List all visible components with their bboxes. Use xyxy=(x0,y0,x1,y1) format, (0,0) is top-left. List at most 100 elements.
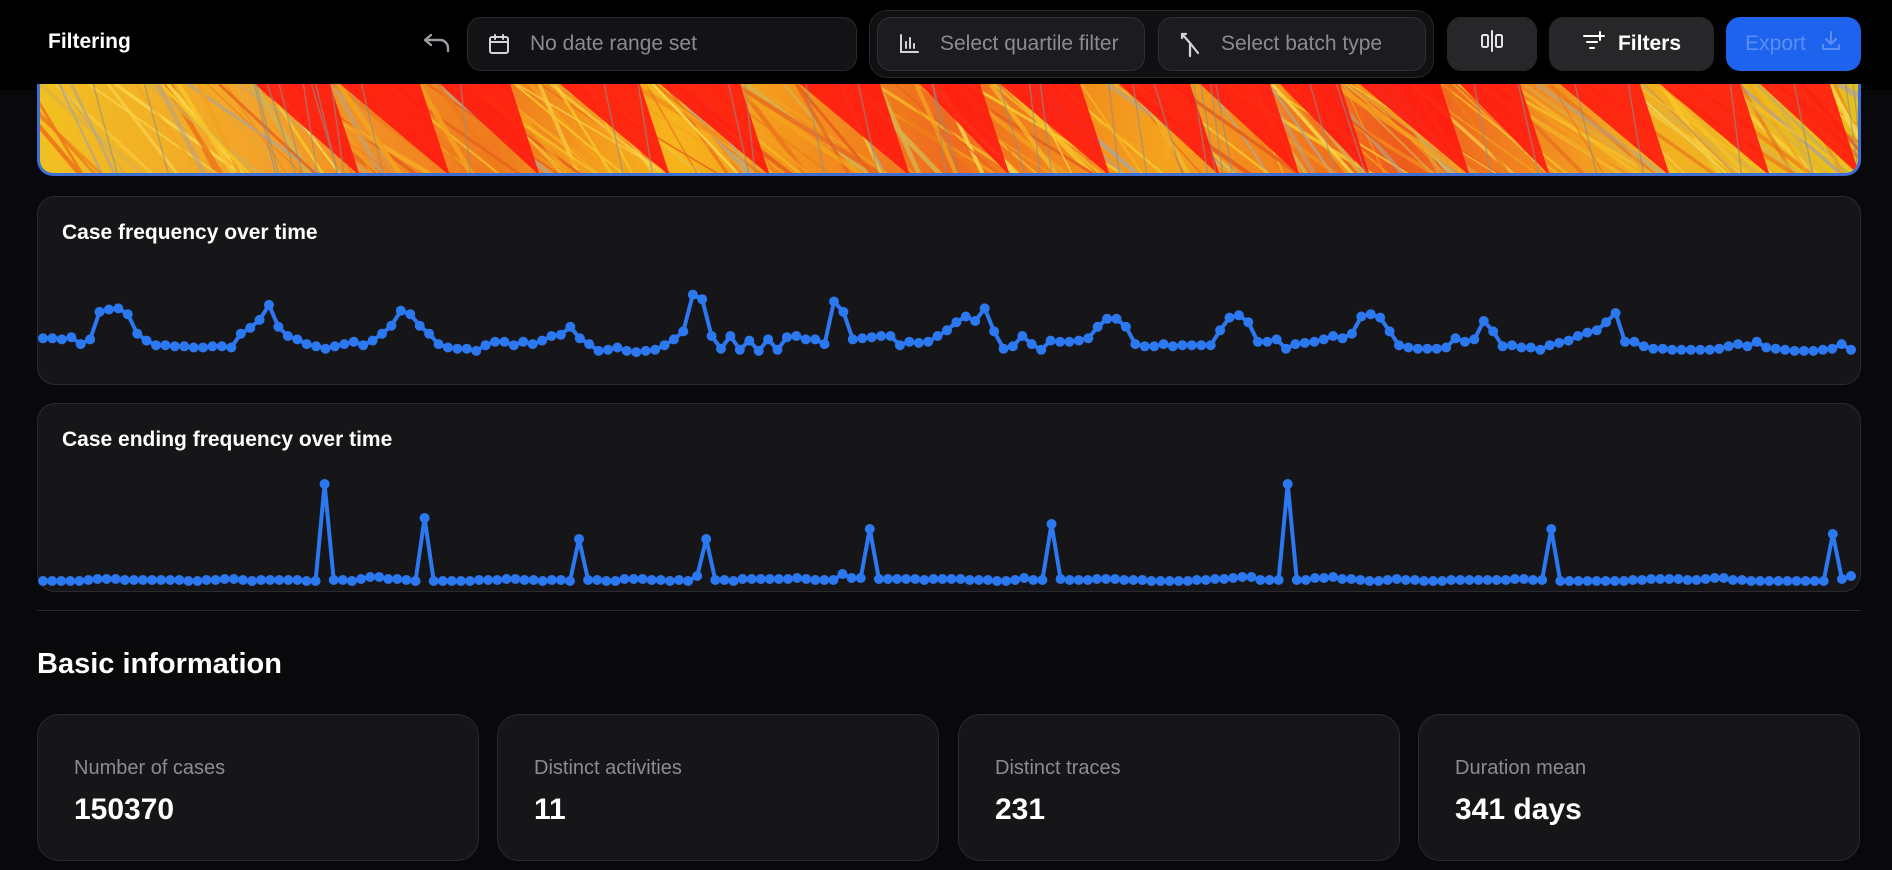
data-point[interactable] xyxy=(38,576,48,586)
data-point[interactable] xyxy=(156,575,167,585)
data-point[interactable] xyxy=(1318,334,1329,345)
data-point[interactable] xyxy=(951,317,962,328)
data-point[interactable] xyxy=(1827,529,1838,539)
data-point[interactable] xyxy=(75,339,86,350)
data-point[interactable] xyxy=(1700,574,1711,584)
data-point[interactable] xyxy=(810,334,821,345)
data-point[interactable] xyxy=(183,576,194,586)
data-point[interactable] xyxy=(1055,574,1066,584)
data-point[interactable] xyxy=(132,328,143,339)
data-point[interactable] xyxy=(1394,340,1404,351)
data-point[interactable] xyxy=(1714,343,1725,354)
data-point[interactable] xyxy=(725,331,736,341)
data-point[interactable] xyxy=(1638,341,1649,352)
data-point[interactable] xyxy=(692,571,703,581)
data-point[interactable] xyxy=(47,576,58,586)
data-point[interactable] xyxy=(928,574,939,584)
data-point[interactable] xyxy=(1809,576,1820,586)
data-point[interactable] xyxy=(819,339,830,350)
data-point[interactable] xyxy=(499,336,510,347)
data-point[interactable] xyxy=(1102,313,1113,324)
data-point[interactable] xyxy=(1525,342,1536,353)
data-point[interactable] xyxy=(1412,343,1423,354)
data-point[interactable] xyxy=(1791,576,1802,586)
data-point[interactable] xyxy=(1818,576,1829,586)
data-point[interactable] xyxy=(1482,575,1493,585)
data-point[interactable] xyxy=(838,306,849,317)
data-point[interactable] xyxy=(1500,575,1511,585)
data-point[interactable] xyxy=(1200,575,1211,585)
data-point[interactable] xyxy=(1355,575,1366,585)
data-point[interactable] xyxy=(428,576,439,586)
data-point[interactable] xyxy=(1441,342,1452,353)
data-point[interactable] xyxy=(783,574,793,584)
data-point[interactable] xyxy=(603,344,613,355)
data-point[interactable] xyxy=(612,342,623,353)
data-point[interactable] xyxy=(1400,575,1411,585)
data-point[interactable] xyxy=(483,575,494,585)
data-point[interactable] xyxy=(1648,343,1659,354)
data-point[interactable] xyxy=(706,331,717,341)
data-point[interactable] xyxy=(1262,336,1273,347)
data-point[interactable] xyxy=(1431,343,1442,354)
data-point[interactable] xyxy=(1544,340,1555,351)
data-point[interactable] xyxy=(755,574,766,584)
data-point[interactable] xyxy=(1017,331,1028,341)
data-point[interactable] xyxy=(637,574,648,584)
data-point[interactable] xyxy=(480,340,491,351)
data-point[interactable] xyxy=(367,335,378,346)
data-point[interactable] xyxy=(1537,575,1548,585)
data-point[interactable] xyxy=(1271,334,1282,345)
data-point[interactable] xyxy=(1010,575,1021,585)
data-point[interactable] xyxy=(237,575,248,585)
data-point[interactable] xyxy=(377,328,387,339)
data-point[interactable] xyxy=(1158,339,1169,350)
data-point[interactable] xyxy=(1836,574,1847,584)
data-point[interactable] xyxy=(310,576,321,586)
data-point[interactable] xyxy=(1228,573,1239,583)
data-point[interactable] xyxy=(210,575,221,585)
data-point[interactable] xyxy=(846,573,857,583)
data-point[interactable] xyxy=(1319,573,1329,583)
data-point[interactable] xyxy=(386,320,397,331)
compare-button[interactable] xyxy=(1447,17,1537,71)
data-point[interactable] xyxy=(619,574,630,584)
data-point[interactable] xyxy=(519,575,530,585)
data-point[interactable] xyxy=(122,309,133,320)
data-point[interactable] xyxy=(169,341,180,352)
data-point[interactable] xyxy=(1409,575,1420,585)
data-point[interactable] xyxy=(1083,333,1094,344)
data-point[interactable] xyxy=(455,576,466,586)
data-point[interactable] xyxy=(1682,575,1693,585)
data-point[interactable] xyxy=(885,331,896,341)
data-point[interactable] xyxy=(103,304,114,315)
data-point[interactable] xyxy=(508,340,519,351)
data-point[interactable] xyxy=(687,289,698,300)
data-point[interactable] xyxy=(1149,341,1160,352)
data-point[interactable] xyxy=(1028,575,1039,585)
data-point[interactable] xyxy=(964,575,975,585)
data-point[interactable] xyxy=(1573,576,1584,586)
process-map-strip[interactable] xyxy=(37,84,1861,176)
data-point[interactable] xyxy=(1446,575,1457,585)
data-point[interactable] xyxy=(1846,571,1856,581)
data-point[interactable] xyxy=(1664,574,1675,584)
data-point[interactable] xyxy=(320,343,331,354)
data-point[interactable] xyxy=(66,332,77,343)
data-point[interactable] xyxy=(555,329,566,340)
data-point[interactable] xyxy=(501,574,512,584)
data-point[interactable] xyxy=(970,316,981,326)
data-point[interactable] xyxy=(1846,344,1856,355)
data-point[interactable] xyxy=(882,574,893,584)
data-point[interactable] xyxy=(1001,576,1012,586)
data-point[interactable] xyxy=(1428,576,1439,586)
data-point[interactable] xyxy=(128,575,139,585)
data-point[interactable] xyxy=(471,345,482,356)
data-point[interactable] xyxy=(901,574,912,584)
data-point[interactable] xyxy=(646,575,657,585)
data-point[interactable] xyxy=(683,576,694,586)
data-point[interactable] xyxy=(174,575,185,585)
data-point[interactable] xyxy=(744,335,755,346)
data-point[interactable] xyxy=(537,576,548,586)
data-point[interactable] xyxy=(763,334,774,345)
